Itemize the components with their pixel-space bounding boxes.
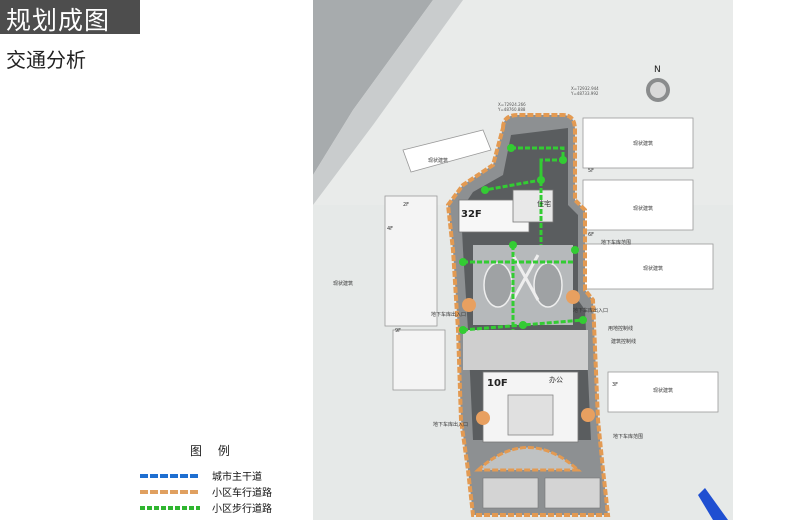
label-floor-6f: 6F <box>588 232 594 238</box>
legend-title: 图 例 <box>190 444 236 458</box>
label-garage-range-n: 地下车库范围 <box>601 239 631 246</box>
coord-label-4: Y=48733.992 <box>570 91 599 96</box>
label-garage-entrance-e: 地下车库出入口 <box>573 307 608 314</box>
label-floor-3f: 3F <box>612 382 618 388</box>
label-existing-e1: 现状建筑 <box>633 140 653 147</box>
existing-building-w2 <box>392 329 446 391</box>
label-floor-2f: 2F <box>403 202 409 208</box>
label-10f: 10F <box>487 378 508 389</box>
label-existing-e3: 现状建筑 <box>643 265 663 272</box>
existing-building-e2 <box>582 179 694 231</box>
label-32f: 32F <box>461 209 482 220</box>
label-office: 办公 <box>549 375 563 384</box>
parking-lot-1 <box>482 477 539 509</box>
legend-item-vehicle: 小区车行道路 <box>136 484 316 499</box>
title-banner: 规划成图 <box>0 0 140 35</box>
legend-item-walkway: 小区步行道路 <box>136 500 316 515</box>
label-existing-nw: 现状建筑 <box>428 157 448 164</box>
legend-swatch-arterial <box>140 474 200 478</box>
parking-lot-2 <box>544 477 601 509</box>
legend-item-arterial: 城市主干道 <box>136 468 316 483</box>
coord-label-2: Y=48760.888 <box>497 107 526 112</box>
label-floor-9f: 9F <box>395 328 401 334</box>
legend-label-arterial: 城市主干道 <box>212 472 262 483</box>
label-building-control: 建筑控制线 <box>611 338 636 345</box>
legend-swatch-vehicle <box>140 490 200 494</box>
legend-label-walkway: 小区步行道路 <box>212 504 272 515</box>
label-existing-e2: 现状建筑 <box>633 205 653 212</box>
label-residential: 住宅 <box>537 199 551 208</box>
label-garage-range-s: 地下车库范围 <box>613 433 643 440</box>
page-subtitle: 交通分析 <box>6 48 86 72</box>
label-existing-w: 现状建筑 <box>333 280 353 287</box>
label-garage-entrance-sw: 地下车库出入口 <box>433 421 468 428</box>
label-floor-4f: 4F <box>387 226 393 232</box>
label-green-control: 用地控制线 <box>608 325 633 332</box>
north-label: N <box>654 65 661 75</box>
label-floor-5f: 5F <box>588 168 594 174</box>
legend: 图 例 城市主干道 小区车行道路 小区步行道路 <box>136 442 316 515</box>
existing-building-nw <box>402 129 492 173</box>
legend-swatch-walkway <box>140 506 200 510</box>
central-plaza <box>463 330 588 370</box>
label-existing-e4: 现状建筑 <box>653 387 673 394</box>
existing-building-w <box>384 195 438 327</box>
label-garage-entrance-w: 地下车库出入口 <box>431 311 466 318</box>
page-title: 规划成图 <box>6 6 111 35</box>
site-plan: N 32F 住宅 10F 办公 现状建筑 现状建筑 现状建筑 现状建筑 现状建筑… <box>313 0 733 520</box>
legend-label-vehicle: 小区车行道路 <box>212 488 272 499</box>
site-plan-drawing: N 32F 住宅 10F 办公 现状建筑 现状建筑 现状建筑 现状建筑 现状建筑… <box>313 0 733 520</box>
